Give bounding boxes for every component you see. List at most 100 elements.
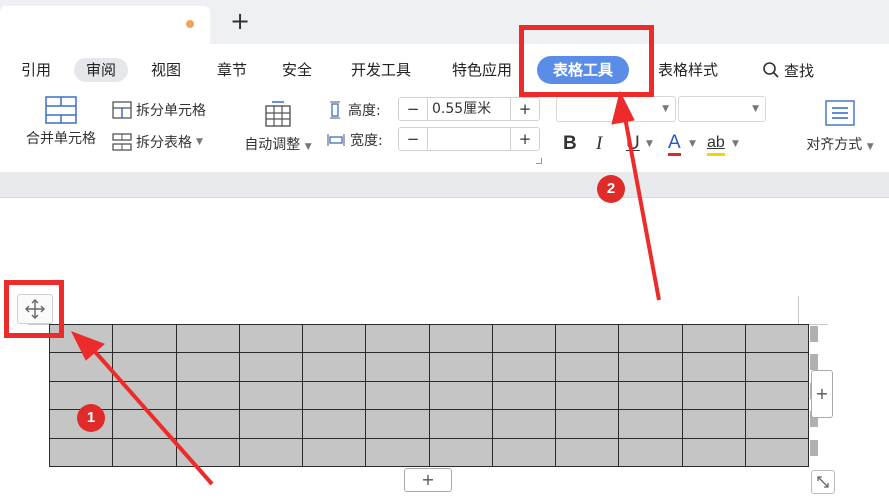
menu-item-chapter[interactable]: 章节 [217,58,247,82]
table-resize-handle[interactable] [811,470,835,494]
table-cell[interactable] [554,352,620,382]
menu-item-view[interactable]: 视图 [151,58,181,82]
split-cells-button[interactable]: 拆分单元格 [112,100,206,120]
table-cell[interactable] [491,352,557,382]
table-cell[interactable] [681,380,746,411]
table-cell[interactable] [238,323,304,354]
search-button[interactable]: 查找 [762,58,814,82]
table-cell[interactable] [238,352,304,382]
table-cell[interactable] [301,409,367,439]
menu-item-developer[interactable]: 开发工具 [351,58,411,82]
menu-item-security[interactable]: 安全 [282,58,312,82]
new-tab-button[interactable]: + [228,9,252,33]
table-cell[interactable] [365,323,430,354]
auto-adjust-button[interactable]: 自动调整 ▼ [240,100,316,154]
table-cell[interactable] [618,437,683,468]
table-cell[interactable] [112,323,177,354]
font-size-select[interactable]: ▼ [678,96,766,122]
table-cell[interactable] [428,352,493,382]
table-cell[interactable] [175,323,240,354]
table-cell[interactable] [554,437,620,468]
width-label-group: 宽度: [326,130,383,150]
menu-item-review[interactable]: 审阅 [74,58,129,82]
align-icon [825,100,855,126]
height-increase-button[interactable]: + [511,98,539,120]
table-cell[interactable] [554,323,620,354]
table-cell[interactable] [301,437,367,468]
table-cell[interactable] [744,380,810,411]
table-cell[interactable] [744,437,810,468]
document-table[interactable] [48,323,810,468]
table-cell[interactable] [301,380,367,411]
table-cell[interactable] [681,352,746,382]
table-cell[interactable] [428,323,493,354]
font-name-select[interactable]: ▼ [556,96,676,122]
table-cell[interactable] [112,352,177,382]
merge-cells-button[interactable]: 合并单元格 [20,96,102,148]
table-cell[interactable] [365,437,430,468]
table-cell[interactable] [428,380,493,411]
merge-cells-label: 合并单元格 [26,131,96,147]
table-cell[interactable] [112,437,177,468]
menu-item-table-style[interactable]: 表格样式 [658,58,718,82]
table-cell[interactable] [365,380,430,411]
table-cell[interactable] [365,409,430,439]
table-cell[interactable] [301,352,367,382]
table-cell[interactable] [554,380,620,411]
add-row-button[interactable]: + [404,468,452,492]
table-cell[interactable] [48,352,114,382]
table-cell[interactable] [618,409,683,439]
table-cell[interactable] [491,380,557,411]
font-color-button[interactable]: A [668,133,681,156]
highlight-button[interactable]: ab [707,133,725,156]
table-row [48,352,810,382]
height-decrease-button[interactable]: − [399,98,427,120]
italic-button[interactable]: I [596,133,602,155]
table-cell[interactable] [365,352,430,382]
split-table-button[interactable]: 拆分表格 ▼ [112,132,203,152]
width-increase-button[interactable]: + [511,128,539,150]
table-cell[interactable] [618,380,683,411]
table-cell[interactable] [238,437,304,468]
table-cell[interactable] [618,352,683,382]
table-cell[interactable] [112,380,177,411]
table-cell[interactable] [175,352,240,382]
add-column-button[interactable]: + [811,370,833,418]
height-stepper[interactable]: − 0.55厘米 + [398,97,540,121]
width-stepper[interactable]: − + [398,127,540,151]
table-cell[interactable] [681,437,746,468]
height-input[interactable]: 0.55厘米 [427,98,511,120]
underline-button[interactable]: U [626,133,640,155]
table-cell[interactable] [301,323,367,354]
table-cell[interactable] [175,409,240,439]
table-cell[interactable] [744,323,810,354]
table-cell[interactable] [238,409,304,439]
table-cell[interactable] [681,323,746,354]
table-cell[interactable] [48,437,114,468]
alignment-button[interactable]: 对齐方式 ▼ [802,100,878,154]
document-tab[interactable] [0,6,210,44]
width-input[interactable] [427,128,511,150]
table-cell[interactable] [744,409,810,439]
table-cell[interactable] [48,380,114,411]
table-cell[interactable] [175,437,240,468]
table-cell[interactable] [428,409,493,439]
table-cell[interactable] [618,323,683,354]
bold-button[interactable]: B [563,133,577,155]
table-cell[interactable] [681,409,746,439]
table-cell[interactable] [491,323,557,354]
table-cell[interactable] [238,380,304,411]
table-cell[interactable] [112,409,177,439]
search-icon [763,62,779,78]
table-cell[interactable] [491,409,557,439]
table-cell[interactable] [744,352,810,382]
table-cell[interactable] [554,409,620,439]
width-decrease-button[interactable]: − [399,128,427,150]
table-cell[interactable] [175,380,240,411]
menu-item-references[interactable]: 引用 [21,58,51,82]
menu-item-special-apps[interactable]: 特色应用 [452,58,512,82]
group-launcher-icon[interactable] [536,158,542,164]
table-cell[interactable] [491,437,557,468]
split-table-icon [112,133,132,151]
table-cell[interactable] [428,437,493,468]
